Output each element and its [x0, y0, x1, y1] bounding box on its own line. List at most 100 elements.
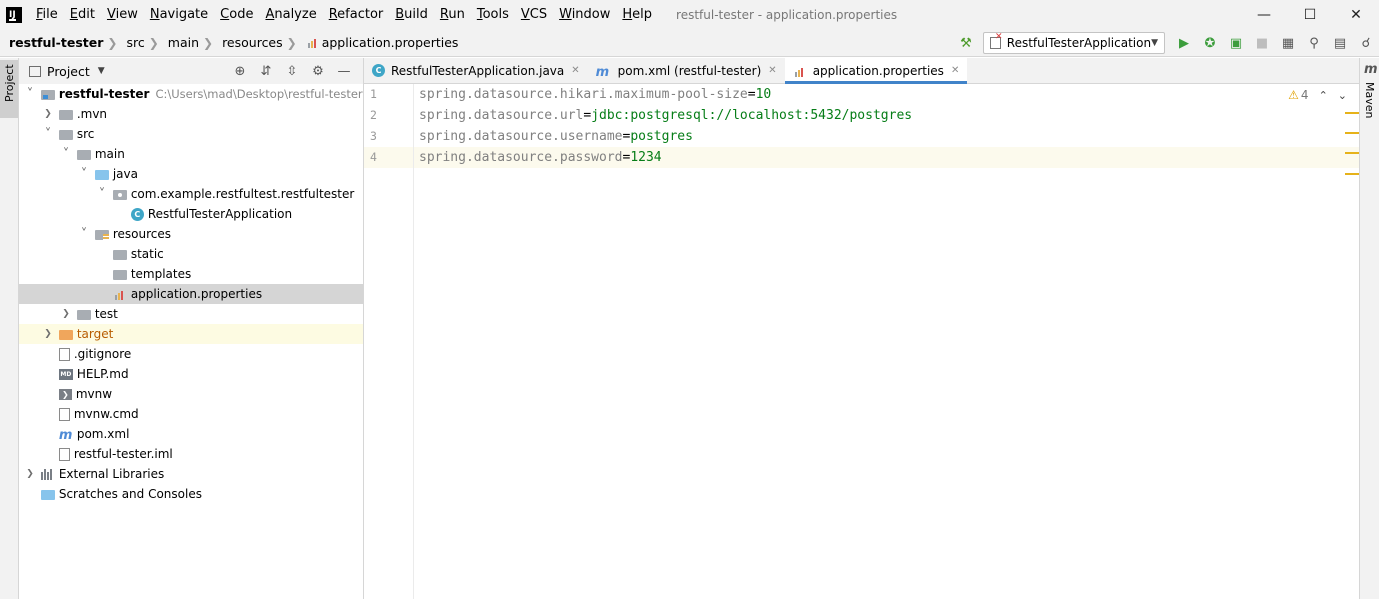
code-area[interactable]: spring.datasource.hikari.maximum-pool-si…: [414, 84, 1359, 168]
tree-item[interactable]: static: [19, 244, 363, 264]
editor-tab[interactable]: application.properties ✕: [784, 58, 968, 84]
tree-item[interactable]: C RestfulTesterApplication: [19, 204, 363, 224]
editor-tab[interactable]: m pom.xml (restful-tester) ✕: [588, 58, 785, 83]
editor-tab[interactable]: C RestfulTesterApplication.java ✕: [364, 58, 588, 83]
maven-tool-tab[interactable]: Maven: [1363, 82, 1376, 118]
chevron-right-icon[interactable]: ❯: [41, 329, 55, 339]
warning-marker[interactable]: [1345, 173, 1359, 175]
chevron-right-icon: ❯: [286, 35, 297, 50]
menu-view[interactable]: View: [101, 0, 144, 29]
stop-icon[interactable]: ■: [1249, 29, 1275, 57]
hide-panel-icon[interactable]: —: [331, 64, 357, 79]
tree-item[interactable]: .gitignore: [19, 344, 363, 364]
tree-item[interactable]: ❯ .mvn: [19, 104, 363, 124]
tree-item[interactable]: mvnw.cmd: [19, 404, 363, 424]
maven-icon[interactable]: m: [1364, 62, 1378, 77]
menu-analyze[interactable]: Analyze: [259, 0, 322, 29]
minimize-icon[interactable]: —: [1241, 0, 1287, 29]
breadcrumb-item[interactable]: application.properties: [297, 35, 458, 50]
chevron-down-icon[interactable]: ˅: [95, 187, 109, 202]
debug-icon[interactable]: ✪: [1197, 29, 1223, 57]
tree-item[interactable]: ❯ mvnw: [19, 384, 363, 404]
warning-marker[interactable]: [1345, 112, 1359, 114]
menu-tools[interactable]: Tools: [471, 0, 515, 29]
intellij-logo-icon[interactable]: IJ: [6, 6, 22, 23]
project-panel-header: Project ▼ ⊕ ⇵ ⇳ ⚙ —: [19, 58, 363, 84]
chevron-down-icon[interactable]: ˅: [41, 127, 55, 142]
tree-item[interactable]: m pom.xml: [19, 424, 363, 444]
previous-highlight-icon[interactable]: ⌃: [1319, 89, 1328, 102]
close-window-icon[interactable]: ✕: [1333, 0, 1379, 29]
menu-code[interactable]: Code: [214, 0, 259, 29]
breadcrumb-item[interactable]: resources ❯: [213, 35, 297, 50]
code-line[interactable]: spring.datasource.password=1234: [414, 147, 1359, 168]
project-view-selector[interactable]: Project: [47, 64, 90, 79]
folder-icon: [112, 269, 127, 280]
tree-item[interactable]: application.properties: [19, 284, 363, 304]
warning-marker[interactable]: [1345, 132, 1359, 134]
code-line[interactable]: spring.datasource.hikari.maximum-pool-si…: [414, 84, 1359, 105]
tree-item[interactable]: Scratches and Consoles: [19, 484, 363, 504]
chevron-right-icon[interactable]: ❯: [41, 109, 55, 119]
menu-edit[interactable]: Edit: [64, 0, 101, 29]
project-tool-tab[interactable]: Project: [0, 60, 18, 118]
menu-file[interactable]: File: [30, 0, 64, 29]
run-anything-icon[interactable]: ▤: [1327, 29, 1353, 57]
chevron-down-icon[interactable]: ˅: [77, 227, 91, 242]
tree-item[interactable]: ˅ src: [19, 124, 363, 144]
build-hammer-icon[interactable]: ⚒: [953, 29, 979, 57]
breadcrumb-item[interactable]: main ❯: [159, 35, 213, 50]
tree-item[interactable]: ˅ resources: [19, 224, 363, 244]
tree-item-label: restful-tester.iml: [73, 447, 173, 461]
chevron-down-icon[interactable]: ˅: [59, 147, 73, 162]
tree-item[interactable]: ˅ restful-tester C:\Users\mad\Desktop\res…: [19, 84, 363, 104]
tree-item[interactable]: templates: [19, 264, 363, 284]
chevron-down-icon[interactable]: ▼: [98, 66, 105, 76]
inspections-widget[interactable]: ⚠ 4 ⌃ ⌄: [1288, 88, 1347, 102]
chevron-down-icon[interactable]: ˅: [23, 87, 37, 102]
project-structure-icon[interactable]: ▦: [1275, 29, 1301, 57]
tree-item[interactable]: ˅ main: [19, 144, 363, 164]
folder-icon: [58, 129, 73, 140]
tree-item[interactable]: restful-tester.iml: [19, 444, 363, 464]
menu-run[interactable]: Run: [434, 0, 471, 29]
breadcrumb-item[interactable]: restful-tester ❯: [0, 35, 117, 50]
menu-build[interactable]: Build: [389, 0, 434, 29]
coverage-icon[interactable]: ▣: [1223, 29, 1249, 57]
tree-item-label: target: [76, 327, 114, 341]
close-icon[interactable]: ✕: [768, 65, 776, 76]
tree-item[interactable]: ❯ test: [19, 304, 363, 324]
property-key: spring.datasource.username: [419, 129, 623, 144]
breadcrumb-item[interactable]: src ❯: [117, 35, 158, 50]
line-number: 4: [364, 147, 413, 168]
menu-vcs[interactable]: VCS: [515, 0, 553, 29]
menu-help[interactable]: Help: [616, 0, 658, 29]
expand-all-icon[interactable]: ⇵: [253, 64, 279, 79]
collapse-all-icon[interactable]: ⇳: [279, 64, 305, 79]
run-icon[interactable]: ▶: [1171, 29, 1197, 57]
chevron-down-icon[interactable]: ˅: [77, 167, 91, 182]
code-line[interactable]: spring.datasource.url=jdbc:postgresql://…: [414, 105, 1359, 126]
maximize-icon[interactable]: ☐: [1287, 0, 1333, 29]
close-icon[interactable]: ✕: [571, 65, 579, 76]
warning-marker[interactable]: [1345, 152, 1359, 154]
tree-item[interactable]: MD HELP.md: [19, 364, 363, 384]
search-icon[interactable]: ☌: [1353, 29, 1379, 57]
chevron-right-icon[interactable]: ❯: [59, 309, 73, 319]
menu-navigate[interactable]: Navigate: [144, 0, 214, 29]
code-line[interactable]: spring.datasource.username=postgres: [414, 126, 1359, 147]
chevron-right-icon[interactable]: ❯: [23, 469, 37, 479]
run-configuration-select[interactable]: RestfulTesterApplication ▼: [983, 32, 1165, 54]
menu-refactor[interactable]: Refactor: [323, 0, 390, 29]
gear-icon[interactable]: ⚙: [305, 64, 331, 79]
tree-item[interactable]: ❯ target: [19, 324, 363, 344]
locate-file-icon[interactable]: ⊕: [227, 64, 253, 79]
tree-item[interactable]: ❯ External Libraries: [19, 464, 363, 484]
resources-folder-icon: [94, 229, 109, 240]
tree-item[interactable]: ˅ java: [19, 164, 363, 184]
menu-window[interactable]: Window: [553, 0, 616, 29]
search-everywhere-icon[interactable]: ⚲: [1301, 29, 1327, 57]
tree-item[interactable]: ˅ com.example.restfultest.restfultester: [19, 184, 363, 204]
next-highlight-icon[interactable]: ⌄: [1338, 89, 1347, 102]
close-icon[interactable]: ✕: [951, 65, 959, 76]
